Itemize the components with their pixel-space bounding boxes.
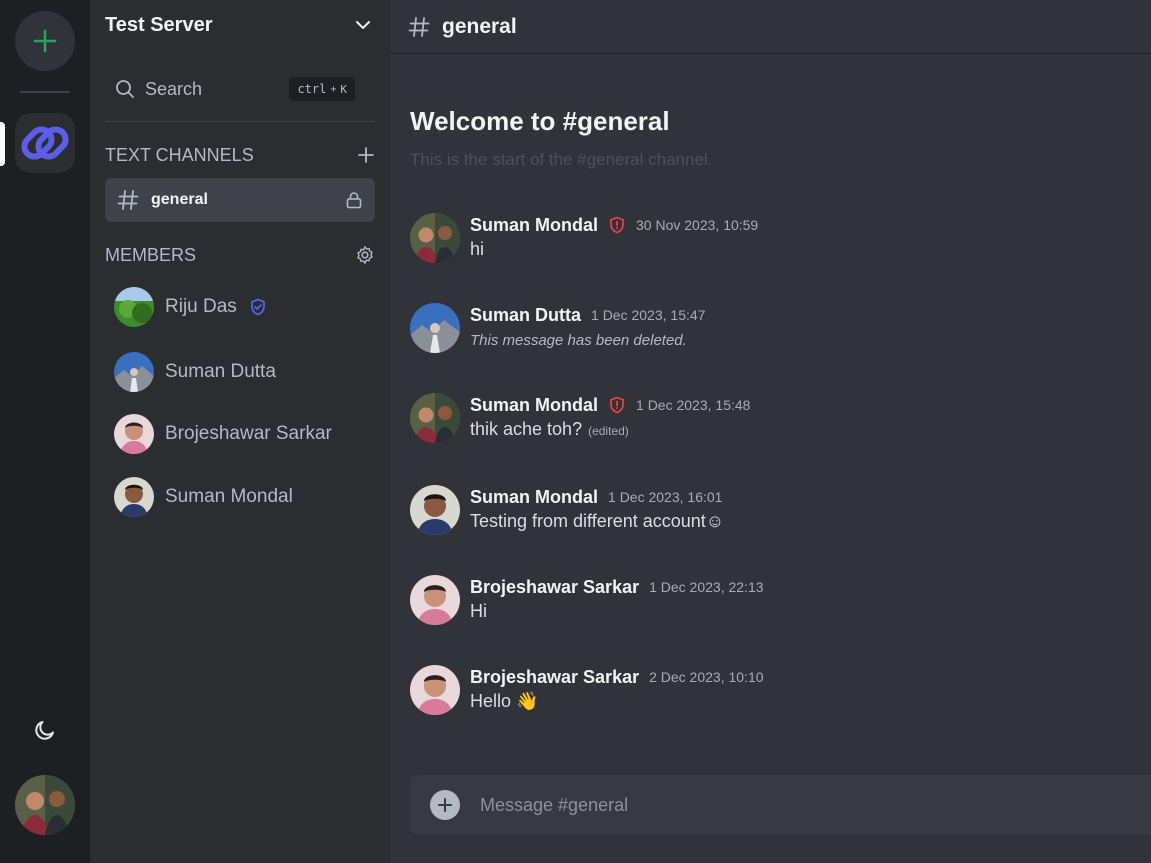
member-name: Riju Das [165,296,237,317]
avatar [114,287,154,327]
chat-channel-name: general [442,14,517,38]
message-item: Suman Dutta 1 Dec 2023, 15:47 This messa… [410,303,1110,359]
admin-shield-icon [608,216,626,234]
message-timestamp: 1 Dec 2023, 15:47 [591,307,706,323]
message-item: Suman Mondal 1 Dec 2023, 16:01 Testing f… [410,485,1110,541]
lock-icon [346,192,362,209]
message-timestamp: 1 Dec 2023, 22:13 [649,579,764,595]
admin-shield-icon [608,396,626,414]
deleted-message-text: This message has been deleted. [470,332,687,349]
message-timestamp: 30 Nov 2023, 10:59 [636,217,759,233]
channel-sidebar: Test Server Search ctrl + K TEXT CHANNEL… [90,0,390,863]
message-item: Suman Mondal 1 Dec 2023, 15:48 thik ache… [410,393,1110,449]
edited-label: (edited) [588,424,629,438]
add-channel-icon[interactable] [357,146,375,164]
avatar [114,477,154,517]
message-item: Brojeshawar Sarkar 1 Dec 2023, 22:13 Hi [410,575,1110,631]
message-text: Hi [470,601,487,621]
message-item: Suman Mondal 30 Nov 2023, 10:59 hi [410,213,1110,269]
plus-icon [438,798,452,812]
member-name: Brojeshawar Sarkar [165,423,332,444]
message-author[interactable]: Suman Mondal [470,487,598,508]
active-server-indicator [0,122,5,166]
message-body: thik ache toh? (edited) [470,419,629,440]
search-label: Search [145,78,203,99]
members-title: MEMBERS [105,244,197,265]
channel-name: general [151,191,208,208]
message-text: Hello 👋 [470,691,539,711]
add-server-button[interactable] [15,11,75,71]
avatar[interactable] [410,213,460,263]
rail-divider [20,91,70,93]
message-author[interactable]: Suman Mondal [470,395,598,416]
avatar[interactable] [410,665,460,715]
avatar[interactable] [410,303,460,353]
message-timestamp: 2 Dec 2023, 10:10 [649,669,764,685]
server-name: Test Server [105,13,213,36]
search-icon [116,80,134,98]
message-author[interactable]: Suman Mondal [470,215,598,236]
text-channels-header: TEXT CHANNELS [105,143,375,167]
gear-icon[interactable] [355,245,375,265]
message-text: hi [470,239,485,259]
message-header: Suman Mondal 30 Nov 2023, 10:59 [470,213,758,237]
chevron-down-icon [356,21,370,29]
hashtag-icon [408,16,430,37]
avatar [114,414,154,454]
hashtag-icon [117,190,139,210]
current-user-avatar[interactable] [15,775,75,835]
plus-icon [33,29,57,53]
message-timestamp: 1 Dec 2023, 15:48 [636,397,751,413]
link-logo-icon [21,126,69,160]
message-header: Suman Mondal 1 Dec 2023, 16:01 [470,485,722,509]
welcome-title: Welcome to #general [410,106,670,136]
channel-item-general[interactable]: general [105,178,375,222]
text-channels-title: TEXT CHANNELS [105,144,254,165]
search-button[interactable]: Search ctrl + K [105,72,365,106]
shortcut-key: ctrl [297,82,327,96]
message-timestamp: 1 Dec 2023, 16:01 [608,489,723,505]
avatar[interactable] [410,575,460,625]
message-input[interactable] [480,785,1151,825]
shortcut-letter: K [340,82,347,96]
member-name: Suman Mondal [165,486,293,507]
member-item[interactable]: Brojeshawar Sarkar [114,412,374,456]
theme-toggle-button[interactable] [31,716,59,744]
moderator-shield-icon [249,298,267,316]
message-item: Brojeshawar Sarkar 2 Dec 2023, 10:10 Hel… [410,665,1110,721]
avatar [15,775,75,835]
member-item[interactable]: Riju Das [114,285,374,329]
message-author[interactable]: Brojeshawar Sarkar [470,667,639,688]
server-rail [0,0,90,863]
message-author[interactable]: Brojeshawar Sarkar [470,577,639,598]
avatar[interactable] [410,393,460,443]
shortcut-plus: + [330,83,337,95]
message-header: Suman Mondal 1 Dec 2023, 15:48 [470,393,750,417]
message-composer [410,775,1151,835]
server-menu-button[interactable]: Test Server [90,0,390,50]
message-header: Suman Dutta 1 Dec 2023, 15:47 [470,303,705,327]
chat-area: general Welcome to #general This is the … [390,0,1151,863]
member-name: Suman Dutta [165,361,276,382]
server-icon-test-server[interactable] [15,113,75,173]
member-item[interactable]: Suman Dutta [114,350,374,394]
message-header: Brojeshawar Sarkar 2 Dec 2023, 10:10 [470,665,764,689]
message-text: Testing from different account☺ [470,511,725,531]
members-header: MEMBERS [105,243,375,267]
message-text: thik ache toh? [470,419,583,439]
message-author[interactable]: Suman Dutta [470,305,581,326]
attach-button[interactable] [430,790,460,820]
sidebar-divider [105,121,375,122]
member-item[interactable]: Suman Mondal [114,475,374,519]
welcome-subtitle: This is the start of the #general channe… [410,150,713,169]
avatar [114,352,154,392]
avatar[interactable] [410,485,460,535]
chat-header: general [390,0,1151,54]
search-shortcut-hint: ctrl + K [289,77,355,101]
moon-icon [35,721,54,740]
message-header: Brojeshawar Sarkar 1 Dec 2023, 22:13 [470,575,764,599]
